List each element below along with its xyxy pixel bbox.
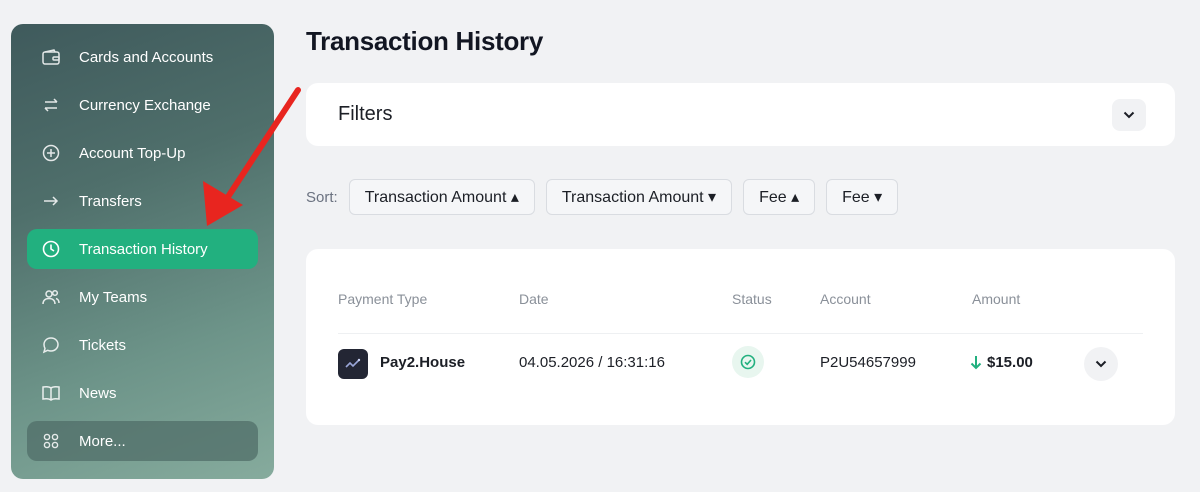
chevron-down-icon	[1123, 106, 1135, 124]
sidebar-item-account-top-up[interactable]: Account Top-Up	[27, 133, 258, 173]
sort-amount-asc-button[interactable]: Transaction Amount ▴	[348, 179, 535, 215]
grid-icon	[40, 430, 62, 452]
column-header-amount: Amount	[972, 291, 1021, 307]
amount-cell: $15.00	[970, 354, 1033, 371]
transactions-table: Payment Type Date Status Account Amount …	[306, 249, 1175, 425]
wallet-icon	[40, 46, 62, 68]
sidebar-item-label: Account Top-Up	[79, 144, 186, 162]
sidebar-item-transaction-history[interactable]: Transaction History	[27, 229, 258, 269]
page-title: Transaction History	[306, 26, 544, 56]
sidebar-item-tickets[interactable]: Tickets	[27, 325, 258, 365]
pay2house-logo-icon	[338, 349, 368, 379]
sidebar-item-more[interactable]: More...	[27, 421, 258, 461]
sidebar-item-news[interactable]: News	[27, 373, 258, 413]
sidebar-item-label: More...	[79, 432, 126, 450]
column-header-date: Date	[519, 291, 549, 307]
status-success-icon	[732, 346, 764, 378]
book-icon	[40, 382, 62, 404]
amount-value: $15.00	[987, 354, 1033, 371]
sort-fee-asc-button[interactable]: Fee ▴	[743, 179, 816, 215]
chevron-down-icon	[1095, 355, 1107, 373]
date-cell: 04.05.2026 / 16:31:16	[519, 354, 665, 371]
sidebar-item-label: News	[79, 384, 117, 402]
users-icon	[40, 286, 62, 308]
payment-type-cell: Pay2.House	[380, 354, 466, 371]
sort-fee-desc-button[interactable]: Fee ▾	[826, 179, 899, 215]
sidebar-item-transfers[interactable]: Transfers	[27, 181, 258, 221]
account-cell: P2U54657999	[820, 354, 916, 371]
sidebar-item-cards-and-accounts[interactable]: Cards and Accounts	[27, 37, 258, 77]
sidebar: Cards and Accounts Currency Exchange Acc…	[11, 24, 274, 479]
sidebar-item-label: Currency Exchange	[79, 96, 211, 114]
chat-icon	[40, 334, 62, 356]
filters-panel[interactable]: Filters	[306, 83, 1175, 146]
column-header-status: Status	[732, 291, 772, 307]
sidebar-item-label: Cards and Accounts	[79, 48, 214, 66]
clock-icon	[40, 238, 62, 260]
sort-amount-desc-button[interactable]: Transaction Amount ▾	[545, 179, 733, 215]
sort-label: Sort:	[306, 188, 338, 206]
sort-bar: Sort: Transaction Amount ▴ Transaction A…	[306, 179, 909, 215]
filters-title: Filters	[338, 103, 393, 125]
exchange-icon	[40, 94, 62, 116]
arrow-down-icon	[970, 355, 982, 370]
filters-toggle-button[interactable]	[1112, 99, 1146, 131]
sidebar-item-label: Tickets	[79, 336, 126, 354]
sidebar-item-my-teams[interactable]: My Teams	[27, 277, 258, 317]
arrow-right-icon	[40, 190, 62, 212]
column-header-account: Account	[820, 291, 871, 307]
row-expand-button[interactable]	[1084, 347, 1118, 381]
sidebar-item-label: My Teams	[79, 288, 148, 306]
sidebar-item-currency-exchange[interactable]: Currency Exchange	[27, 85, 258, 125]
plus-circle-icon	[40, 142, 62, 164]
sidebar-item-label: Transaction History	[79, 240, 208, 258]
sidebar-item-label: Transfers	[79, 192, 142, 210]
column-header-payment-type: Payment Type	[338, 291, 428, 307]
header-divider	[338, 333, 1143, 334]
